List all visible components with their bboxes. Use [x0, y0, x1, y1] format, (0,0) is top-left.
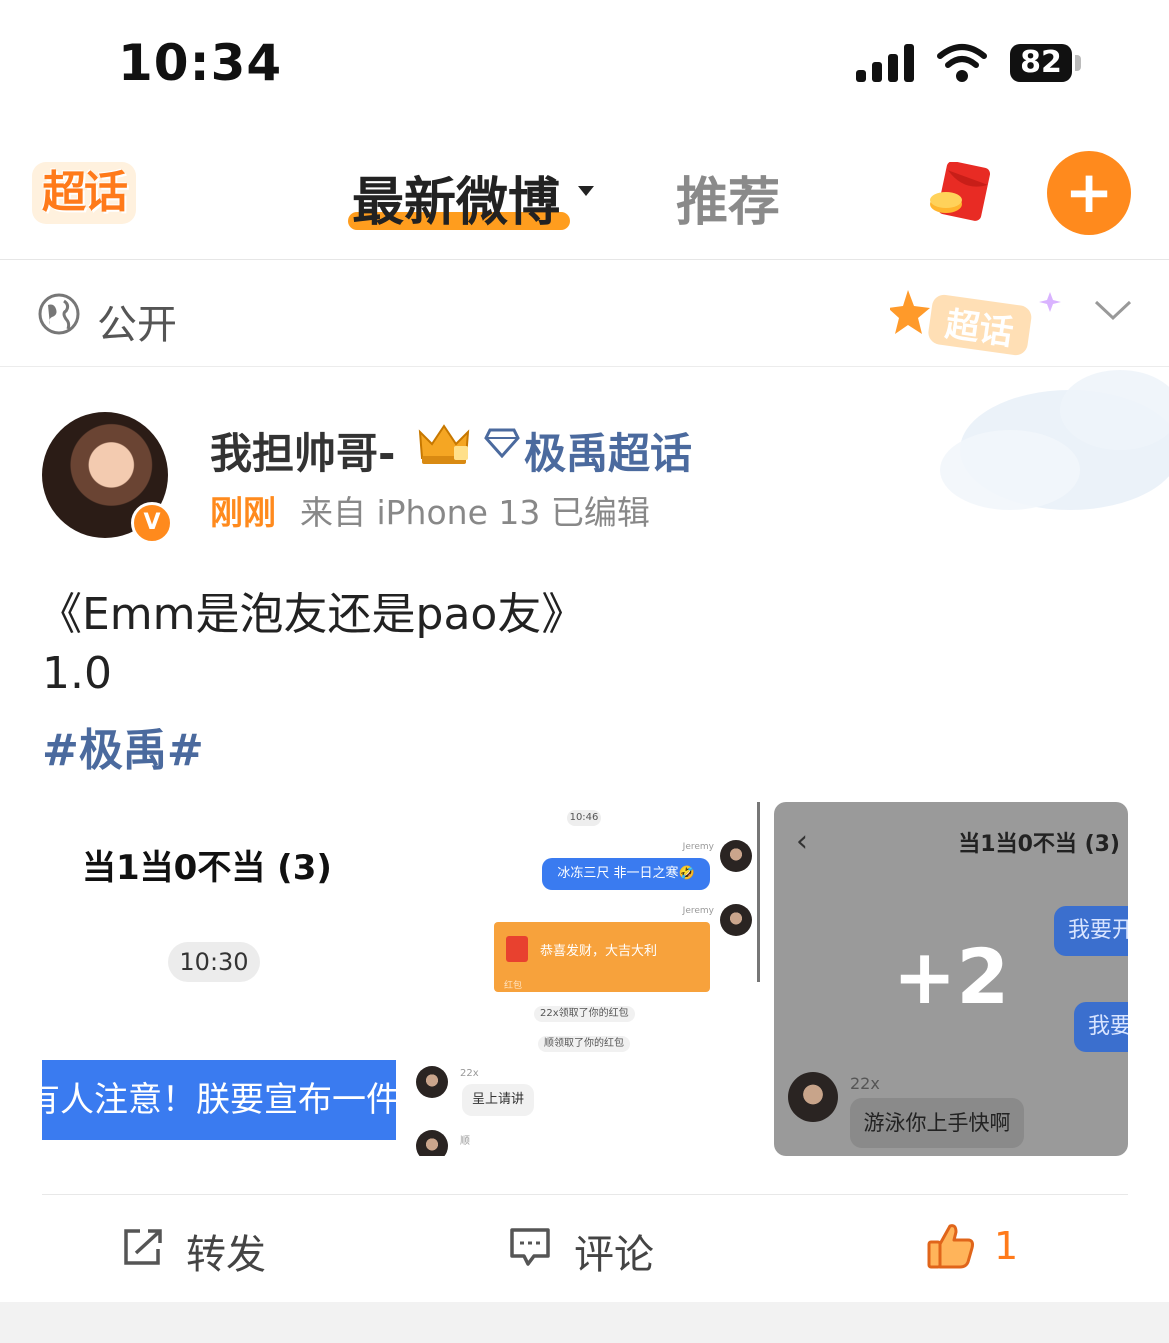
red-packet-card: 恭喜发财，大吉大利 红包 [494, 922, 710, 992]
post-image-2[interactable]: 10:46 Jeremy 冰冻三尺 非一日之寒🤣 Jeremy 恭喜发财，大吉大… [410, 802, 760, 1156]
system-notice: 顺领取了你的红包 [538, 1036, 630, 1052]
post-source: 来自 iPhone 13 已编辑 [300, 493, 650, 532]
supertopic-sticker-icon: 超话 [890, 290, 1061, 356]
chevron-down-icon[interactable] [1094, 298, 1132, 324]
verified-badge: V [131, 502, 173, 544]
system-notice: 22x领取了你的红包 [534, 1006, 635, 1022]
repost-button[interactable]: 转发 [186, 1222, 266, 1280]
globe-icon [38, 293, 80, 335]
red-packet-text: 恭喜发财，大吉大利 [540, 944, 658, 959]
post-title-text: 《Emm是泡友还是pao友》 [38, 589, 586, 640]
chat-timestamp: 10:46 [567, 810, 601, 826]
red-envelope-icon [506, 936, 528, 962]
sender-avatar [720, 840, 752, 872]
feed-gap [0, 1302, 1169, 1343]
add-post-button[interactable]: + [1047, 151, 1131, 235]
supertopic-logo[interactable]: 超话 [32, 162, 136, 224]
post-username[interactable]: 我担帅哥- [210, 420, 395, 481]
comment-icon[interactable] [508, 1226, 552, 1268]
chat-title: 当1当0不当 (3) [82, 848, 332, 888]
crown-badge-icon [418, 424, 470, 464]
comment-button[interactable]: 评论 [574, 1222, 654, 1280]
status-time: 10:34 [118, 34, 283, 92]
post-hashtag[interactable]: #极禹# [42, 714, 204, 778]
red-packet-label: 红包 [504, 981, 523, 991]
red-packet-icon[interactable] [928, 162, 994, 222]
tab-recommended[interactable]: 推荐 [676, 160, 780, 235]
repost-icon[interactable] [122, 1227, 166, 1267]
visibility-divider [0, 366, 1169, 367]
member-avatar [416, 1130, 448, 1156]
post-version-text: 1.0 [42, 648, 112, 699]
chat-bubble: 游泳你上手快啊 [850, 1098, 1024, 1148]
member-avatar [416, 1066, 448, 1098]
member-name: 22x [460, 1068, 479, 1079]
actions-divider [42, 1194, 1128, 1195]
battery-tip [1075, 55, 1081, 71]
chat-bubble: 呈上请讲 [462, 1084, 534, 1116]
sender-name: Jeremy [682, 842, 714, 852]
tab-latest-weibo[interactable]: 最新微博 [352, 160, 560, 235]
post-image-1[interactable]: 当1当0不当 (3) 10:30 有人注意！朕要宣布一件 [42, 802, 396, 1156]
header-divider [0, 259, 1169, 260]
chat-title: 当1当0不当 (3) [958, 832, 1120, 857]
sender-avatar [720, 904, 752, 936]
member-avatar [788, 1072, 838, 1122]
caret-down-icon[interactable] [578, 186, 594, 196]
cellular-signal-icon [856, 44, 914, 82]
member-name: 22x [850, 1074, 880, 1093]
member-name: 顺 [460, 1136, 470, 1147]
chat-timestamp: 10:30 [168, 942, 260, 982]
wifi-icon [937, 44, 987, 82]
post-image-3-more[interactable]: ‹ 当1当0不当 (3) 我要开 我要 +2 22x 游泳你上手快啊 [774, 802, 1128, 1156]
decorative-cloud [940, 370, 1169, 510]
sender-name: Jeremy [682, 906, 714, 916]
like-count[interactable]: 1 [994, 1224, 1018, 1268]
supertopic-link[interactable]: 极禹超话 [524, 420, 692, 481]
image-divider [757, 802, 760, 982]
diamond-icon [484, 428, 520, 458]
chat-banner-text: 有人注意！朕要宣布一件 [42, 1060, 396, 1140]
thumbs-up-icon[interactable] [926, 1222, 976, 1270]
battery-indicator: 82 [1010, 44, 1072, 82]
post-time: 刚刚 [210, 493, 276, 532]
visibility-label[interactable]: 公开 [97, 292, 177, 350]
chat-bubble: 冰冻三尺 非一日之寒🤣 [542, 858, 710, 890]
more-images-count: +2 [892, 932, 1010, 1021]
back-chevron-icon: ‹ [796, 824, 808, 859]
